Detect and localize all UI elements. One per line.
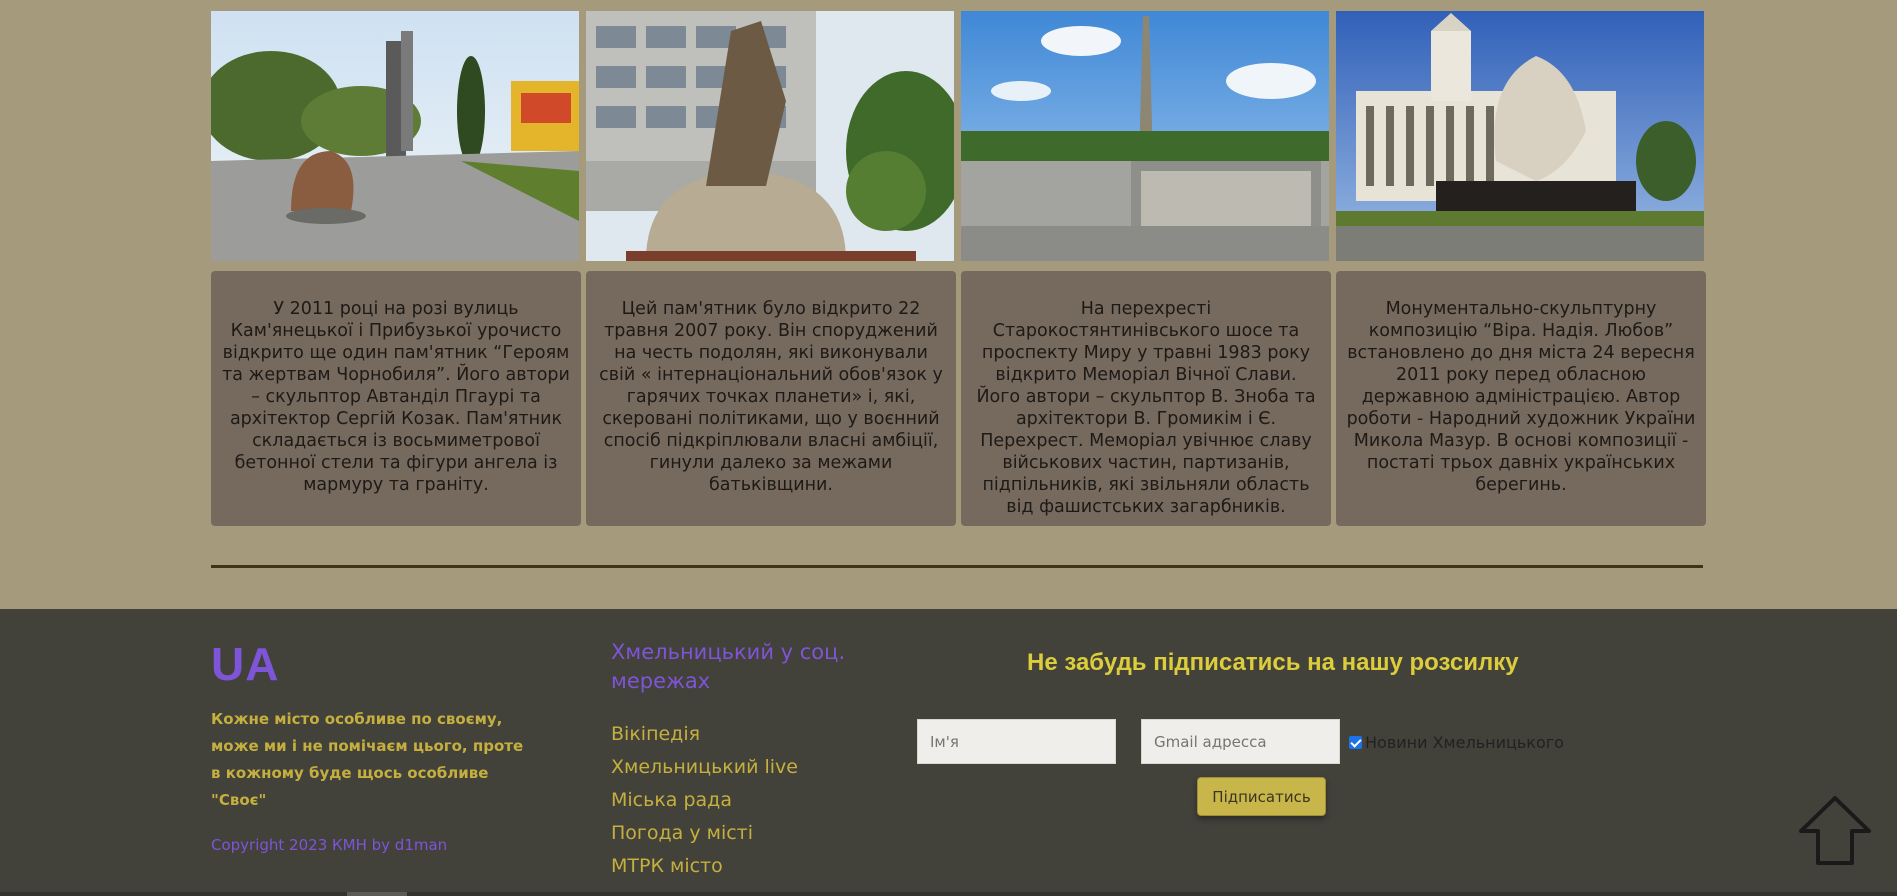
social-title: Хмельницький у соц. мережах — [611, 640, 846, 693]
photo-faith-hope-love — [1336, 11, 1704, 261]
social-links: Вікіпедія Хмельницький live Міська рада … — [611, 718, 798, 883]
card-faith-hope-love: Монументально-скульптурну композицію “Ві… — [1336, 271, 1706, 526]
card-internationalist: Цей пам'ятник було відкрито 22 травня 20… — [586, 271, 956, 526]
site-footer: UA Кожне місто особливе по своєму, може … — [0, 609, 1897, 896]
social-link-wikipedia[interactable]: Вікіпедія — [611, 718, 798, 751]
news-checkbox-row[interactable]: Новини Хмельницького — [1349, 733, 1564, 752]
card-eternal-glory: На перехресті Старокостянтинівського шос… — [961, 271, 1331, 526]
news-checkbox[interactable] — [1349, 736, 1362, 749]
photo-internationalist-monument — [586, 11, 954, 261]
footer-logo[interactable]: UA — [211, 637, 279, 691]
footer-copyright: Copyright 2023 КМН by d1man — [211, 836, 448, 854]
section-divider — [211, 565, 1703, 568]
card-text: У 2011 році на розі вулиць Кам'янецької … — [222, 299, 570, 495]
card-text: Цей пам'ятник було відкрито 22 травня 20… — [599, 299, 943, 495]
email-input[interactable] — [1141, 719, 1340, 764]
card-chernobyl: У 2011 році на розі вулиць Кам'янецької … — [211, 271, 581, 526]
social-link-city-council[interactable]: Міська рада — [611, 784, 798, 817]
monument-gallery — [211, 11, 1704, 261]
card-text: Монументально-скульптурну композицію “Ві… — [1346, 299, 1696, 495]
newsletter-title: Не забудь підписатись на нашу розсилку — [1027, 649, 1519, 676]
card-text: На перехресті Старокостянтинівського шос… — [976, 299, 1316, 517]
social-link-khmelnytskyi-live[interactable]: Хмельницький live — [611, 751, 798, 784]
subscribe-button[interactable]: Підписатись — [1197, 777, 1326, 816]
social-link-weather[interactable]: Погода у місті — [611, 817, 798, 850]
photo-eternal-glory-memorial — [961, 11, 1329, 261]
photo-chernobyl-monument — [211, 11, 579, 261]
social-link-mtrk[interactable]: МТРК місто — [611, 850, 798, 883]
footer-tagline: Кожне місто особливе по своєму, може ми … — [211, 710, 524, 809]
news-checkbox-label: Новини Хмельницького — [1365, 733, 1564, 752]
name-input[interactable] — [917, 719, 1116, 764]
horizontal-scrollbar-thumb[interactable] — [347, 892, 407, 896]
footer-bottom-bar — [0, 892, 1897, 896]
arrow-up-outline-icon[interactable] — [1798, 795, 1872, 867]
